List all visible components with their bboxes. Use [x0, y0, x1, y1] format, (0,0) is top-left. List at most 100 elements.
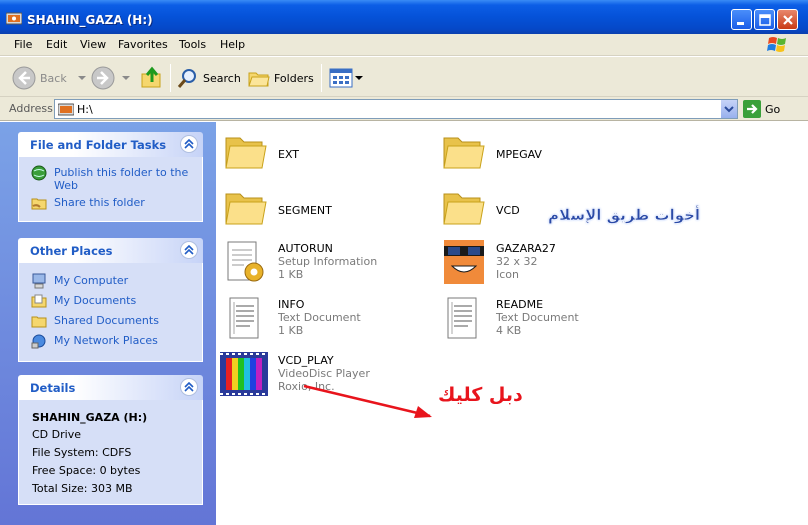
- minimize-button[interactable]: [731, 9, 752, 30]
- menu-help[interactable]: Help: [220, 38, 245, 51]
- place-label: My Documents: [54, 294, 137, 307]
- list-item[interactable]: GAZARA27 32 x 32 Icon: [440, 238, 650, 288]
- other-places-panel: Other Places My Computer My Documents Sh…: [18, 238, 203, 362]
- my-computer-link[interactable]: My Computer: [19, 273, 202, 293]
- shared-documents-link[interactable]: Shared Documents: [19, 313, 202, 333]
- go-label: Go: [765, 102, 781, 116]
- publish-web-task[interactable]: Publish this folder to the Web: [19, 165, 202, 195]
- collapse-button[interactable]: [180, 135, 198, 153]
- file-list[interactable]: EXT MPEGAV SEGMENT VCD AUTORUN Setup Inf…: [216, 122, 808, 525]
- item-name: VCD_PLAY: [278, 354, 334, 367]
- title-bar[interactable]: SHAHIN_GAZA (H:): [0, 0, 808, 34]
- address-bar: Address H:\ Go: [0, 97, 808, 121]
- item-name: README: [496, 298, 544, 311]
- maximize-button[interactable]: [754, 9, 775, 30]
- panel-title: File and Folder Tasks: [30, 138, 167, 152]
- item-description: VideoDisc Player: [278, 367, 370, 380]
- menu-tools[interactable]: Tools: [179, 38, 206, 51]
- menu-bar: File Edit View Favorites Tools Help: [0, 34, 808, 56]
- address-label: Address: [9, 102, 53, 115]
- globe-icon: [31, 165, 47, 181]
- panel-title: Other Places: [30, 244, 113, 258]
- folders-icon: [248, 72, 270, 87]
- item-size: 1 KB: [278, 268, 304, 281]
- menu-view[interactable]: View: [80, 38, 106, 51]
- menu-file[interactable]: File: [14, 38, 32, 51]
- menu-favorites[interactable]: Favorites: [118, 38, 168, 51]
- views-button[interactable]: [329, 65, 363, 91]
- detail-name: SHAHIN_GAZA (H:): [32, 411, 148, 424]
- go-button[interactable]: Go: [743, 100, 780, 118]
- folder-icon: [443, 193, 485, 225]
- back-dropdown-icon: [77, 76, 86, 80]
- details-panel: Details SHAHIN_GAZA (H:) CD Drive File S…: [18, 375, 203, 505]
- item-name: AUTORUN: [278, 242, 333, 255]
- item-name: VCD: [496, 204, 520, 217]
- smiley-icon: [444, 240, 484, 284]
- share-folder-task[interactable]: Share this folder: [19, 195, 202, 213]
- detail-free-space: Free Space: 0 bytes: [32, 464, 141, 477]
- panel-body: My Computer My Documents Shared Document…: [18, 263, 203, 362]
- panel-header[interactable]: Other Places: [18, 238, 203, 263]
- chevron-up-icon: [184, 139, 194, 149]
- my-documents-link[interactable]: My Documents: [19, 293, 202, 313]
- collapse-button[interactable]: [180, 378, 198, 396]
- panel-body: Publish this folder to the Web Share thi…: [18, 157, 203, 222]
- back-arrow-icon: [12, 66, 36, 90]
- forward-arrow-icon: [91, 66, 115, 90]
- up-folder-button[interactable]: [140, 65, 164, 91]
- item-size: 1 KB: [278, 324, 304, 337]
- folder-icon: [225, 137, 267, 169]
- folders-label: Folders: [274, 71, 314, 85]
- chevron-down-icon: [724, 106, 734, 113]
- panel-body: SHAHIN_GAZA (H:) CD Drive File System: C…: [18, 400, 203, 505]
- panel-header[interactable]: File and Folder Tasks: [18, 132, 203, 157]
- item-size: 4 KB: [496, 324, 522, 337]
- window-title: SHAHIN_GAZA (H:): [27, 13, 153, 27]
- item-type: Setup Information: [278, 255, 378, 268]
- panel-header[interactable]: Details: [18, 375, 203, 400]
- forward-dropdown-icon: [122, 76, 130, 80]
- forward-button[interactable]: [91, 65, 131, 91]
- list-item[interactable]: MPEGAV: [440, 128, 650, 178]
- search-icon: [177, 69, 196, 88]
- file-folder-tasks-panel: File and Folder Tasks Publish this folde…: [18, 132, 203, 222]
- my-network-places-link[interactable]: My Network Places: [19, 333, 202, 353]
- minimize-icon: [737, 22, 744, 25]
- collapse-button[interactable]: [180, 241, 198, 259]
- list-item[interactable]: AUTORUN Setup Information 1 KB: [222, 238, 432, 288]
- list-item[interactable]: SEGMENT: [222, 184, 432, 234]
- address-dropdown[interactable]: [720, 100, 737, 118]
- folders-button[interactable]: Folders: [248, 65, 314, 91]
- close-button[interactable]: [777, 9, 798, 30]
- item-name: INFO: [278, 298, 305, 311]
- place-label: Shared Documents: [54, 314, 159, 327]
- address-input[interactable]: H:\: [54, 99, 738, 119]
- item-name: SEGMENT: [278, 204, 332, 217]
- item-name: EXT: [278, 148, 300, 161]
- panel-title: Details: [30, 381, 76, 395]
- annotation-arrow-icon: [303, 384, 432, 418]
- search-button[interactable]: Search: [177, 65, 241, 91]
- views-icon: [329, 68, 353, 88]
- chevron-up-icon: [184, 382, 194, 392]
- maximize-icon: [759, 14, 771, 26]
- menu-edit[interactable]: Edit: [46, 38, 67, 51]
- cd-drive-icon: [6, 12, 22, 25]
- documents-folder-icon: [31, 294, 47, 308]
- search-label: Search: [203, 71, 241, 85]
- list-item[interactable]: EXT: [222, 128, 432, 178]
- back-label: Back: [40, 71, 67, 85]
- toolbar-separator: [170, 64, 171, 92]
- detail-total-size: Total Size: 303 MB: [32, 482, 133, 495]
- text-document-icon: [447, 297, 477, 339]
- go-arrow-icon: [743, 100, 761, 118]
- list-item[interactable]: INFO Text Document 1 KB: [222, 294, 432, 344]
- list-item[interactable]: README Text Document 4 KB: [440, 294, 650, 344]
- back-button[interactable]: Back: [12, 65, 87, 91]
- item-type: Icon: [496, 268, 519, 281]
- address-value: H:\: [77, 103, 93, 116]
- detail-type: CD Drive: [32, 428, 81, 441]
- network-icon: [31, 334, 46, 349]
- folder-icon: [443, 137, 485, 169]
